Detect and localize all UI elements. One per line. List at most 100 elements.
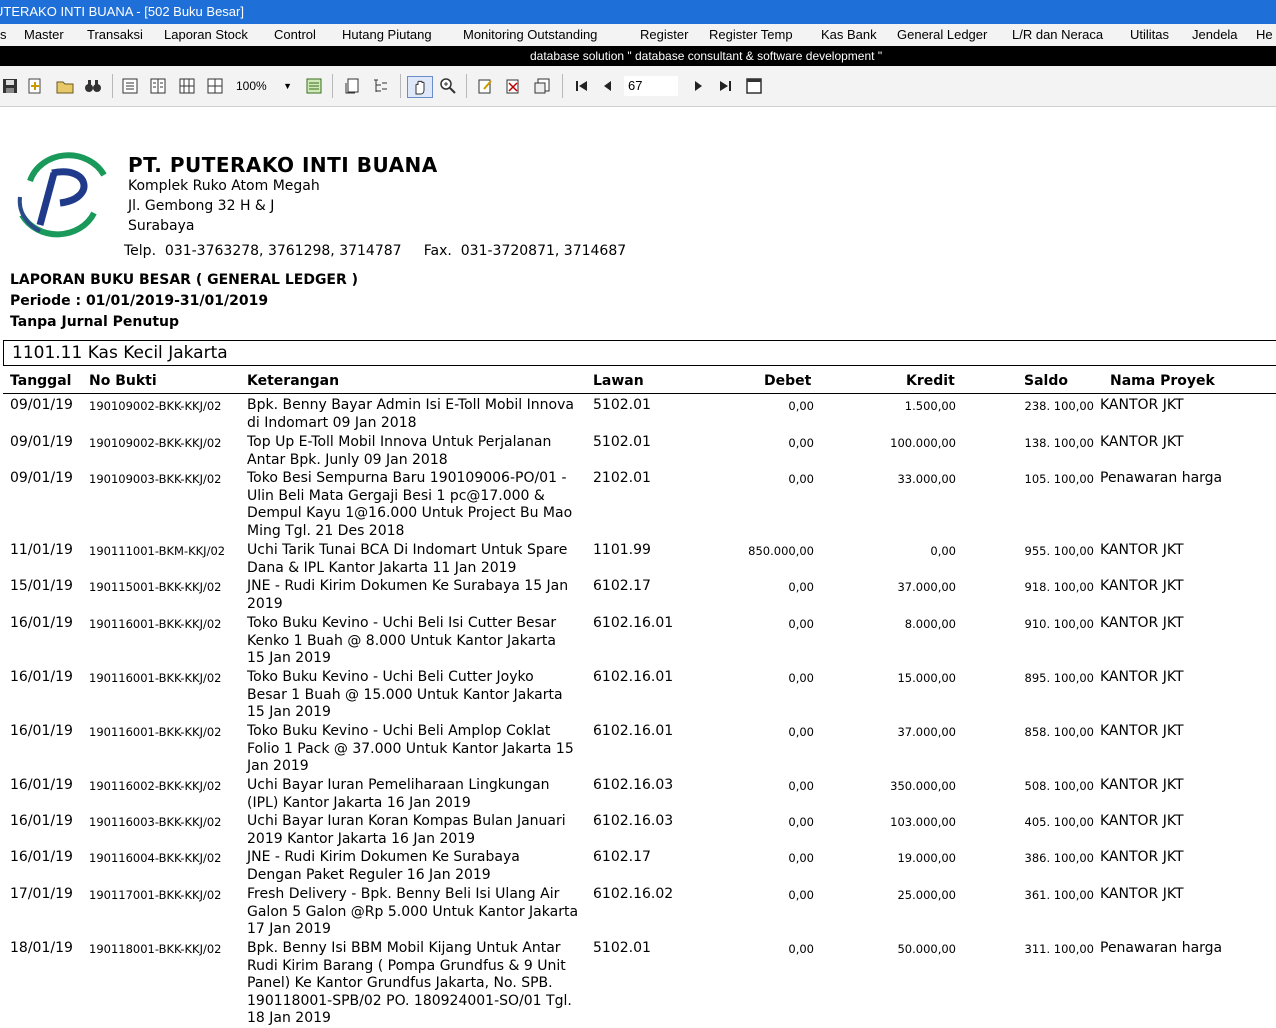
banner-bar: database solution " database consultant … <box>0 46 1276 66</box>
menu-item-help[interactable]: He <box>1256 24 1273 46</box>
toolbar-separator <box>112 74 113 98</box>
last-page-icon[interactable] <box>715 76 735 96</box>
menu-item-hutang-piutang[interactable]: Hutang Piutang <box>342 24 432 46</box>
cell-keterangan: JNE - Rudi Kirim Dokumen Ke Surabaya 15 … <box>247 578 592 613</box>
first-page-icon[interactable] <box>572 76 592 96</box>
keterangan-line: 2019 Kantor Jakarta 16 Jan 2019 <box>247 830 476 847</box>
menu-item-kas-bank[interactable]: Kas Bank <box>821 24 877 46</box>
cell-tanggal: 18/01/19 <box>10 940 73 956</box>
hand-tool-icon[interactable] <box>407 76 433 98</box>
cell-no-bukti: 190116001-BKK-KKJ/02 <box>89 671 222 685</box>
keterangan-line: Ming Tgl. 21 Des 2018 <box>247 522 405 539</box>
menu-item-s[interactable]: s <box>0 24 7 46</box>
cell-tanggal: 16/01/19 <box>10 777 73 793</box>
keterangan-line: Antar Bpk. Junly 09 Jan 2018 <box>247 451 448 468</box>
previous-page-icon[interactable] <box>598 76 618 96</box>
page-number-input[interactable]: 67 <box>624 76 678 96</box>
zoom-value: 100% <box>236 79 267 93</box>
cell-lawan: 6102.16.03 <box>593 813 674 829</box>
cell-lawan: 6102.16.03 <box>593 777 674 793</box>
menu-item-laporan-stock[interactable]: Laporan Stock <box>164 24 248 46</box>
delete-page-icon[interactable] <box>503 76 523 96</box>
menu-item-control[interactable]: Control <box>274 24 316 46</box>
cell-debet: 0,00 <box>788 436 814 450</box>
copy-page-icon[interactable] <box>342 76 362 96</box>
cell-kredit: 19.000,00 <box>897 851 956 865</box>
menu-item-jendela[interactable]: Jendela <box>1192 24 1238 46</box>
open-folder-icon[interactable] <box>55 76 75 96</box>
keterangan-line: Dengan Paket Reguler 16 Jan 2019 <box>247 866 491 883</box>
column-header-no-bukti: No Bukti <box>89 373 157 389</box>
column-header-lawan: Lawan <box>593 373 644 389</box>
cell-saldo: 918. 100,00 <box>1024 580 1095 594</box>
cell-kredit: 1.500,00 <box>904 399 956 413</box>
chevron-down-icon: ▼ <box>283 81 292 91</box>
cell-lawan: 2102.01 <box>593 470 651 486</box>
cell-saldo: 910. 100,00 <box>1024 617 1095 631</box>
cell-keterangan: Bpk. Benny Isi BBM Mobil Kijang Untuk An… <box>247 940 592 1028</box>
cell-debet: 850.000,00 <box>748 544 814 558</box>
grid-pages-icon[interactable] <box>205 76 225 96</box>
next-page-icon[interactable] <box>688 76 708 96</box>
one-page-icon[interactable] <box>120 76 140 96</box>
zoom-in-icon[interactable] <box>438 76 458 96</box>
menu-item-general-ledger[interactable]: General Ledger <box>897 24 987 46</box>
cell-keterangan: Bpk. Benny Bayar Admin Isi E-Toll Mobil … <box>247 397 592 432</box>
menu-item-master[interactable]: Master <box>24 24 64 46</box>
cell-saldo: 858. 100,00 <box>1024 725 1095 739</box>
keterangan-line: Galon 5 Galon @Rp 5.000 Untuk Kantor Jak… <box>247 903 579 920</box>
cell-no-bukti: 190115001-BKK-KKJ/02 <box>89 580 222 594</box>
cell-tanggal: 16/01/19 <box>10 723 73 739</box>
close-preview-icon[interactable] <box>744 76 764 96</box>
keterangan-line: JNE - Rudi Kirim Dokumen Ke Surabaya <box>247 849 520 865</box>
menu-item-register-temp[interactable]: Register Temp <box>709 24 793 46</box>
cell-debet: 0,00 <box>788 472 814 486</box>
cell-saldo: 138. 100,00 <box>1024 436 1095 450</box>
banner-text: database solution " database consultant … <box>530 49 883 63</box>
edit-page-icon[interactable] <box>475 76 495 96</box>
cell-no-bukti: 190117001-BKK-KKJ/02 <box>89 888 222 902</box>
cell-debet: 0,00 <box>788 399 814 413</box>
export-icon[interactable] <box>25 76 45 96</box>
menu-item-monitoring-outstanding[interactable]: Monitoring Outstanding <box>463 24 597 46</box>
cell-lawan: 6102.16.01 <box>593 723 674 739</box>
cell-nama-proyek: KANTOR JKT <box>1100 777 1184 793</box>
print-setup-icon[interactable] <box>532 76 552 96</box>
cell-debet: 0,00 <box>788 725 814 739</box>
keterangan-line: Toko Buku Kevino - Uchi Beli Amplop Cokl… <box>247 723 551 739</box>
menu-item-lr-neraca[interactable]: L/R dan Neraca <box>1012 24 1103 46</box>
multi-page-icon[interactable] <box>177 76 197 96</box>
cell-keterangan: Fresh Delivery - Bpk. Benny Beli Isi Ula… <box>247 886 592 939</box>
keterangan-line: Uchi Bayar Iuran Pemeliharaan Lingkungan <box>247 777 550 793</box>
cell-debet: 0,00 <box>788 580 814 594</box>
zoom-select[interactable]: 100% ▼ <box>236 77 294 95</box>
cell-no-bukti: 190116004-BKK-KKJ/02 <box>89 851 222 865</box>
company-address-line: Jl. Gembong 32 H & J <box>128 198 275 214</box>
cell-nama-proyek: Penawaran harga <box>1100 470 1223 486</box>
cell-lawan: 5102.01 <box>593 397 651 413</box>
keterangan-line: 190118001-SPB/02 PO. 180924001-SO/01 Tgl… <box>247 992 572 1009</box>
cell-tanggal: 09/01/19 <box>10 434 73 450</box>
cell-kredit: 37.000,00 <box>897 580 956 594</box>
outline-tree-icon[interactable] <box>370 76 390 96</box>
menu-item-utilitas[interactable]: Utilitas <box>1130 24 1169 46</box>
save-icon[interactable] <box>0 76 20 96</box>
menu-item-register[interactable]: Register <box>640 24 688 46</box>
two-page-icon[interactable] <box>148 76 168 96</box>
cell-saldo: 238. 100,00 <box>1024 399 1095 413</box>
keterangan-line: Bpk. Benny Bayar Admin Isi E-Toll Mobil … <box>247 397 574 413</box>
page-width-icon[interactable] <box>304 76 324 96</box>
cell-nama-proyek: KANTOR JKT <box>1100 886 1184 902</box>
header-divider <box>3 393 1276 394</box>
company-name: PT. PUTERAKO INTI BUANA <box>128 153 438 177</box>
find-binoculars-icon[interactable] <box>83 76 103 96</box>
cell-kredit: 100.000,00 <box>890 436 956 450</box>
cell-tanggal: 09/01/19 <box>10 470 73 486</box>
keterangan-line: Fresh Delivery - Bpk. Benny Beli Isi Ula… <box>247 886 560 902</box>
report-note: Tanpa Jurnal Penutup <box>10 314 180 330</box>
cell-keterangan: Uchi Bayar Iuran Pemeliharaan Lingkungan… <box>247 777 592 812</box>
keterangan-line: 15 Jan 2019 <box>247 704 331 720</box>
company-address-line: Surabaya <box>128 218 195 234</box>
cell-keterangan: Toko Besi Sempurna Baru 190109006-PO/01 … <box>247 470 592 540</box>
menu-item-transaksi[interactable]: Transaksi <box>87 24 143 46</box>
